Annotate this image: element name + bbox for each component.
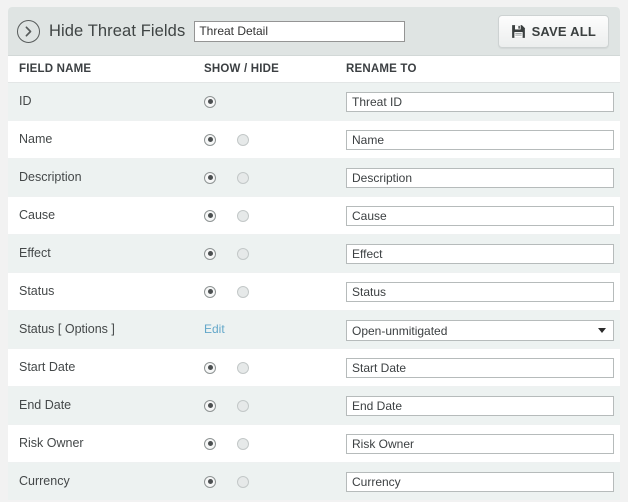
field-rows: ID Name Description Cause Effect Status Status… (8, 83, 620, 500)
rename-cell (346, 434, 614, 454)
panel-name-input[interactable] (194, 20, 406, 42)
show-radio[interactable] (204, 133, 216, 146)
show-radio[interactable] (204, 285, 216, 298)
field-name-label: Name (19, 132, 53, 146)
rename-input[interactable] (346, 396, 614, 416)
show-radio[interactable] (204, 437, 216, 450)
rename-input[interactable] (346, 244, 614, 264)
rename-cell (346, 472, 614, 492)
hide-radio[interactable] (237, 133, 249, 146)
show-hide-radio-group (204, 197, 249, 234)
show-hide-radio-group (204, 121, 249, 158)
rename-cell (346, 130, 614, 150)
edit-options-link[interactable]: Edit (204, 311, 225, 348)
rename-input[interactable] (346, 206, 614, 226)
show-hide-radio-group (204, 159, 249, 196)
save-all-button[interactable]: SAVE ALL (497, 15, 609, 48)
panel-header: Hide Threat Fields SAVE ALL (8, 7, 620, 56)
hide-radio[interactable] (237, 475, 249, 488)
column-header-field-name: FIELD NAME (19, 63, 92, 75)
show-radio[interactable] (204, 399, 216, 412)
show-hide-radio-group (204, 463, 249, 500)
table-row: Name (8, 121, 620, 159)
rename-cell (346, 358, 614, 378)
table-row: Risk Owner (8, 425, 620, 463)
field-config-page: Hide Threat Fields SAVE ALL FIELD NAME S… (0, 0, 628, 502)
rename-input[interactable] (346, 168, 614, 188)
hide-radio[interactable] (237, 209, 249, 222)
rename-input[interactable] (346, 434, 614, 454)
hide-radio[interactable] (237, 437, 249, 450)
column-header-show-hide: SHOW / HIDE (204, 63, 280, 75)
hide-radio[interactable] (237, 361, 249, 374)
show-radio[interactable] (204, 95, 216, 108)
field-name-label: Effect (19, 246, 51, 260)
table-row: ID (8, 83, 620, 121)
field-name-label: Status (19, 284, 55, 298)
field-name-label: Status [ Options ] (19, 322, 115, 336)
field-name-label: Description (19, 170, 82, 184)
show-radio[interactable] (204, 209, 216, 222)
show-hide-radio-group (204, 349, 249, 386)
rename-cell (346, 168, 614, 188)
show-hide-radio-group (204, 387, 249, 424)
table-row: Description (8, 159, 620, 197)
show-radio[interactable] (204, 475, 216, 488)
rename-cell (346, 396, 614, 416)
status-options-selected-value: Open-unmitigated (352, 323, 448, 338)
save-all-label: SAVE ALL (531, 24, 596, 39)
status-options-dropdown[interactable]: Open-unmitigated (346, 320, 614, 341)
hide-radio[interactable] (237, 171, 249, 184)
show-hide-radio-group (204, 273, 249, 310)
table-row: Currency (8, 463, 620, 500)
show-radio[interactable] (204, 361, 216, 374)
table-column-headers: FIELD NAME SHOW / HIDE RENAME TO (8, 56, 620, 83)
rename-input[interactable] (346, 472, 614, 492)
rename-input[interactable] (346, 282, 614, 302)
chevron-down-icon (598, 328, 606, 333)
hide-radio[interactable] (237, 247, 249, 260)
field-name-label: Risk Owner (19, 436, 84, 450)
rename-cell (346, 282, 614, 302)
field-name-label: Start Date (19, 360, 76, 374)
show-hide-radio-group (204, 83, 216, 120)
show-radio[interactable] (204, 171, 216, 184)
table-row: End Date (8, 387, 620, 425)
show-hide-radio-group (204, 425, 249, 462)
hide-threat-fields-panel: Hide Threat Fields SAVE ALL FIELD NAME S… (8, 7, 620, 500)
field-name-label: ID (19, 94, 32, 108)
show-hide-radio-group (204, 235, 249, 272)
table-row: Status (8, 273, 620, 311)
hide-radio[interactable] (237, 399, 249, 412)
rename-cell: Open-unmitigated (346, 320, 614, 341)
rename-cell (346, 244, 614, 264)
column-header-rename-to: RENAME TO (346, 63, 417, 75)
rename-cell (346, 206, 614, 226)
field-name-label: Cause (19, 208, 56, 222)
rename-input[interactable] (346, 358, 614, 378)
rename-input[interactable] (346, 130, 614, 150)
field-name-label: Currency (19, 474, 70, 488)
hide-radio[interactable] (237, 285, 249, 298)
table-row: Start Date (8, 349, 620, 387)
chevron-right-circle-icon[interactable] (17, 19, 40, 43)
field-name-label: End Date (19, 398, 72, 412)
floppy-disk-save-icon (511, 25, 525, 38)
table-row: Cause (8, 197, 620, 235)
panel-title: Hide Threat Fields (49, 21, 186, 40)
rename-cell (346, 92, 614, 112)
show-radio[interactable] (204, 247, 216, 260)
table-row: Status [ Options ] Edit Open-unmitigated (8, 311, 620, 349)
rename-input[interactable] (346, 92, 614, 112)
table-row: Effect (8, 235, 620, 273)
